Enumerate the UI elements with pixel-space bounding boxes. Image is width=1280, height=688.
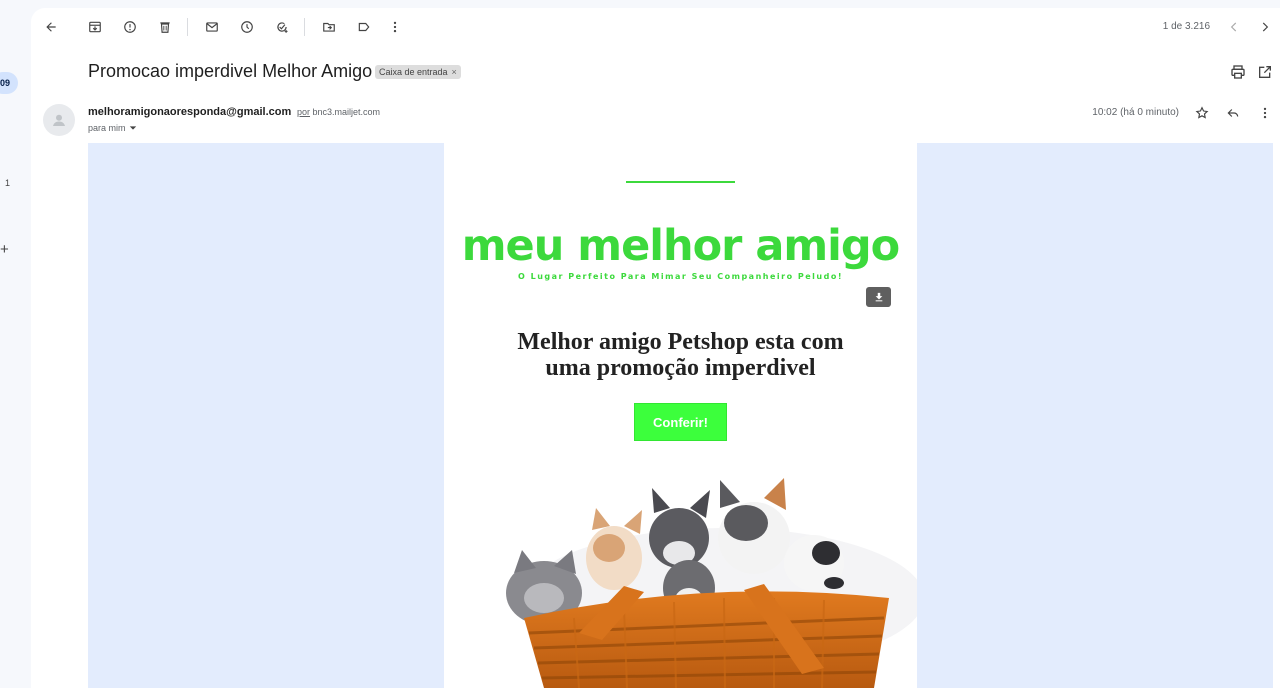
sender-avatar[interactable] [43, 104, 75, 136]
label-count: 1 [5, 178, 11, 188]
star-button[interactable] [1193, 104, 1211, 122]
received-time: 10:02 (há 0 minuto) [1092, 107, 1179, 118]
inbox-label-text: Caixa de entrada [379, 67, 448, 77]
headline-line-2: uma promoção imperdivel [545, 355, 816, 381]
download-image-button[interactable] [866, 287, 891, 307]
reply-button[interactable] [1224, 104, 1242, 122]
prev-icon [1230, 22, 1237, 32]
person-icon [53, 114, 65, 126]
more-vert-icon [1263, 107, 1267, 119]
snooze-icon [241, 21, 253, 33]
email-body: meu melhor amigo O Lugar Perfeito Para M… [88, 143, 1273, 688]
open-in-new-icon [1259, 66, 1271, 78]
more-vert-icon [393, 21, 397, 33]
via-prefix[interactable]: por [297, 107, 310, 117]
delete-button[interactable] [154, 16, 176, 38]
move-to-button[interactable] [318, 16, 340, 38]
print-all-button[interactable] [1230, 64, 1246, 80]
download-icon [875, 292, 882, 302]
more-options-button[interactable] [384, 16, 406, 38]
newsletter-card: meu melhor amigo O Lugar Perfeito Para M… [444, 143, 917, 688]
sender-via: por bnc3.mailjet.com [297, 107, 380, 117]
back-button[interactable] [40, 16, 62, 38]
add-task-icon [277, 22, 288, 33]
remove-label-button[interactable]: × [452, 67, 457, 77]
email-subject: Promocao imperdivel Melhor Amigo [88, 61, 373, 81]
brand-logo: meu melhor amigo [461, 221, 900, 271]
archive-button[interactable] [84, 16, 106, 38]
message-view: 1 de 3.216 Promocao imperdivel Melhor Am… [31, 8, 1280, 688]
prev-message-button[interactable] [1223, 16, 1245, 38]
toolbar-divider [304, 18, 305, 36]
headline-line-1: Melhor amigo Petshop esta com [517, 329, 844, 355]
mark-unread-icon [206, 22, 218, 32]
kittens-basket-image [506, 478, 917, 688]
delete-icon [160, 22, 170, 33]
back-icon [46, 22, 56, 32]
add-label-button[interactable]: + [0, 242, 9, 257]
report-spam-icon [124, 21, 136, 33]
snooze-button[interactable] [236, 16, 258, 38]
promo-headline: Melhor amigo Petshop esta com uma promoç… [474, 329, 887, 381]
next-icon [1262, 22, 1269, 32]
add-task-button[interactable] [271, 16, 293, 38]
reply-icon [1227, 109, 1239, 117]
next-message-button[interactable] [1254, 16, 1276, 38]
conferir-button[interactable]: Conferir! [634, 403, 727, 441]
pagination-text: 1 de 3.216 [1162, 21, 1210, 32]
toolbar-divider [187, 18, 188, 36]
label-icon [358, 22, 370, 32]
mark-unread-button[interactable] [201, 16, 223, 38]
unread-count-badge[interactable]: 09 [0, 72, 18, 94]
toolbar: 1 de 3.216 [31, 8, 1280, 46]
left-rail: 09 1 + [0, 0, 31, 688]
divider-line [626, 181, 735, 183]
archive-icon [89, 21, 101, 33]
move-to-icon [323, 22, 335, 32]
message-more-button[interactable] [1256, 104, 1274, 122]
open-new-window-button[interactable] [1257, 64, 1273, 80]
via-domain: bnc3.mailjet.com [312, 107, 381, 117]
inbox-label-chip[interactable]: Caixa de entrada × [375, 65, 461, 79]
label-button[interactable] [353, 16, 375, 38]
print-icon [1231, 65, 1245, 79]
sender-email[interactable]: melhoramigonaoresponda@gmail.com [88, 106, 291, 118]
chevron-down-icon [129, 126, 136, 130]
star-icon [1195, 106, 1209, 119]
recipient-text: para mim [88, 123, 126, 133]
report-spam-button[interactable] [119, 16, 141, 38]
brand-tagline: O Lugar Perfeito Para Mimar Seu Companhe… [518, 272, 843, 281]
recipient-details-toggle[interactable]: para mim [88, 123, 137, 133]
